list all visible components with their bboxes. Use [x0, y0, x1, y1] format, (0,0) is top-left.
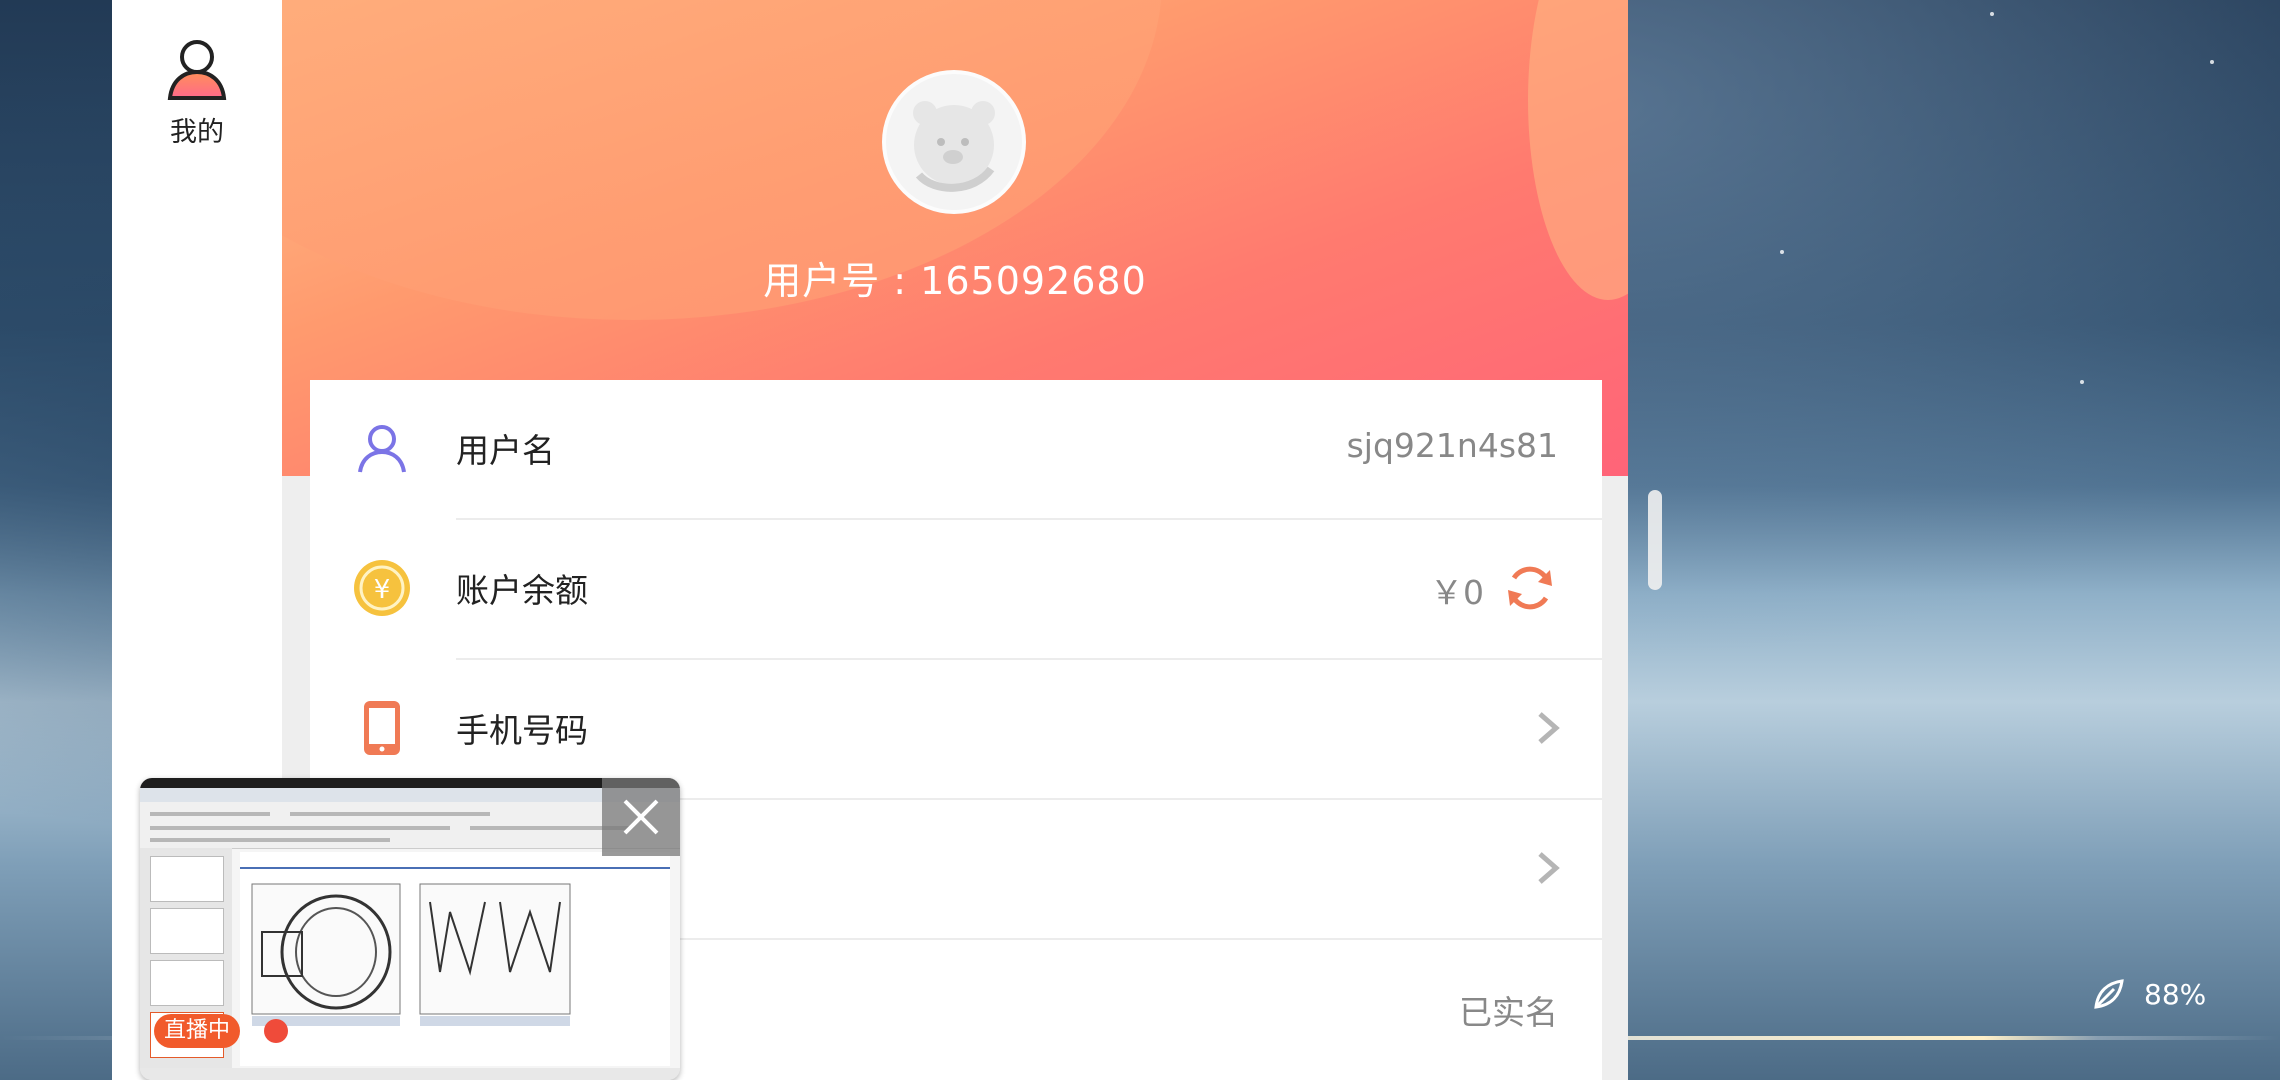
battery-indicator: 88% [2092, 974, 2206, 1014]
scrollbar[interactable] [1648, 490, 1662, 590]
pip-slide-content [240, 852, 670, 1066]
balance-value: ￥0 [1430, 573, 1484, 612]
person-icon [350, 416, 414, 480]
user-id-text: 用户号 : 165092680 [763, 259, 1147, 303]
bear-avatar-icon [913, 101, 995, 192]
close-icon [623, 799, 659, 835]
nav-label-mine: 我的 [170, 117, 224, 148]
username-row[interactable]: 用户名 sjq921n4s81 [310, 380, 1602, 520]
svg-text:¥: ¥ [374, 575, 391, 605]
live-dot [264, 1019, 288, 1043]
battery-percentage: 88% [2144, 977, 2207, 1011]
chevron-right-icon [1538, 852, 1560, 884]
username-value: sjq921n4s81 [1346, 426, 1558, 465]
username-label: 用户名 [456, 431, 555, 470]
user-icon [167, 40, 227, 100]
live-pip-window[interactable]: 直播中 [140, 778, 680, 1080]
balance-row[interactable]: ¥ 账户余额 ￥0 [310, 520, 1602, 660]
phone-label: 手机号码 [456, 711, 588, 750]
yuan-coin-icon: ¥ [350, 556, 414, 620]
pip-close-button[interactable] [602, 778, 680, 856]
pip-ribbon [140, 802, 680, 849]
live-badge: 直播中 [154, 1014, 241, 1048]
refresh-icon[interactable] [1502, 560, 1558, 616]
avatar[interactable] [882, 70, 1026, 214]
phone-icon [350, 696, 414, 760]
leaf-icon [2094, 979, 2124, 1009]
verification-status: 已实名 [1459, 993, 1558, 1032]
nav-item-mine[interactable]: 我的 [112, 36, 282, 166]
balance-label: 账户余额 [456, 571, 588, 610]
chevron-right-icon [1538, 712, 1560, 744]
